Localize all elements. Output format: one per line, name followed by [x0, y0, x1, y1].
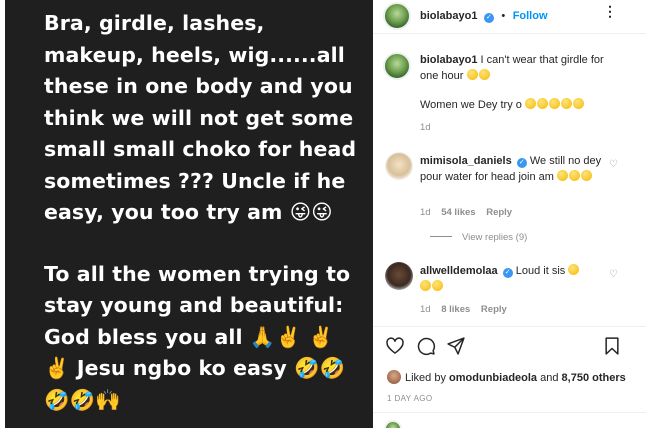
heart-icon[interactable] [385, 336, 405, 356]
post-timestamp: 1 DAY AGO [387, 394, 433, 403]
rofl-emoji-icon [580, 170, 592, 181]
story-paragraph-1-emojis: 😜😜 [289, 200, 333, 224]
rofl-emoji-icon [420, 280, 431, 291]
comment-likes[interactable]: 8 likes [441, 304, 470, 315]
rofl-emoji-icon [536, 98, 548, 109]
story-paragraph-1-text: Bra, girdle, lashes, makeup, heels, wig.… [44, 11, 357, 224]
rofl-emoji-icon [568, 264, 580, 275]
liked-by-others[interactable]: 8,750 others [562, 372, 626, 384]
post-header: biolabayo1 ✓ • Follow ⋮ [373, 0, 646, 34]
verified-icon: ✓ [483, 13, 494, 23]
rofl-emoji-icon [466, 69, 478, 80]
avatar[interactable] [387, 370, 401, 384]
story-image: Bra, girdle, lashes, makeup, heels, wig.… [5, 0, 373, 428]
comment-time: 1d [420, 304, 431, 315]
rofl-emoji-icon [572, 98, 584, 109]
verified-icon: ✓ [516, 158, 527, 168]
comment-meta: 1d 8 likes Reply [420, 304, 515, 315]
comment-body: allwelldemolaa ✓ Loud it sis [420, 263, 610, 295]
avatar[interactable] [385, 262, 413, 290]
liked-by-and: and [540, 372, 559, 384]
rofl-emoji-icon [560, 98, 572, 109]
reply-button[interactable]: Reply [486, 207, 512, 218]
view-replies-label: View replies (9) [462, 232, 528, 243]
liked-by-user[interactable]: omodunbiadeola [449, 372, 537, 384]
caption-avatar[interactable] [383, 52, 411, 80]
divider [373, 412, 646, 413]
bookmark-icon[interactable] [602, 336, 622, 356]
follow-button[interactable]: Follow [513, 10, 548, 22]
more-options-icon[interactable]: ⋮ [603, 3, 618, 20]
avatar [384, 420, 402, 428]
verified-icon: ✓ [502, 268, 513, 278]
comment-like-icon[interactable]: ♡ [609, 269, 618, 280]
share-icon[interactable] [446, 336, 466, 356]
liked-by-prefix: Liked by [405, 372, 446, 384]
caption-username[interactable]: biolabayo1 [420, 54, 477, 66]
comment-likes[interactable]: 54 likes [441, 207, 475, 218]
view-replies-button[interactable]: View replies (9) [430, 232, 527, 243]
comment-username[interactable]: allwelldemolaa [420, 265, 498, 277]
story-paragraph-2-tail: Jesu ngbo ko easy [76, 356, 287, 380]
rofl-emoji-icon [548, 98, 560, 109]
avatar[interactable] [385, 152, 413, 180]
rofl-emoji-icon [556, 170, 568, 181]
avatar[interactable] [383, 2, 411, 30]
story-text: Bra, girdle, lashes, makeup, heels, wig.… [44, 8, 364, 416]
comment-like-icon[interactable]: ♡ [609, 159, 618, 170]
header-username[interactable]: biolabayo1 [420, 10, 477, 22]
comment-meta: 1d 54 likes Reply [420, 207, 520, 218]
caption-line-2: Women we Dey try o [420, 99, 522, 111]
comment-username[interactable]: mimisola_daniels [420, 155, 512, 167]
likes-summary: Liked by omodunbiadeola and 8,750 others [387, 370, 626, 384]
caption-time: 1d [420, 122, 431, 133]
caption-meta: 1d [420, 122, 439, 133]
story-paragraph-1: Bra, girdle, lashes, makeup, heels, wig.… [44, 8, 364, 229]
caption-body: biolabayo1 I can't wear that girdle for … [420, 52, 610, 113]
header-user: biolabayo1 ✓ • Follow [420, 6, 548, 24]
divider [430, 236, 452, 237]
action-bar [373, 326, 646, 366]
reply-button[interactable]: Reply [481, 304, 507, 315]
comment-text: Loud it sis [515, 265, 566, 277]
story-paragraph-2: To all the women trying to stay young an… [44, 259, 364, 417]
rofl-emoji-icon [432, 280, 443, 291]
separator-dot: • [501, 10, 506, 22]
comment-time: 1d [420, 207, 431, 218]
rofl-emoji-icon [478, 69, 490, 80]
rofl-emoji-icon [524, 98, 536, 109]
comment-icon[interactable] [416, 336, 436, 356]
comment-body: mimisola_daniels ✓ We still no dey pour … [420, 153, 610, 185]
post-panel: biolabayo1 ✓ • Follow ⋮ biolabayo1 I can… [373, 0, 646, 428]
rofl-emoji-icon [568, 170, 580, 181]
